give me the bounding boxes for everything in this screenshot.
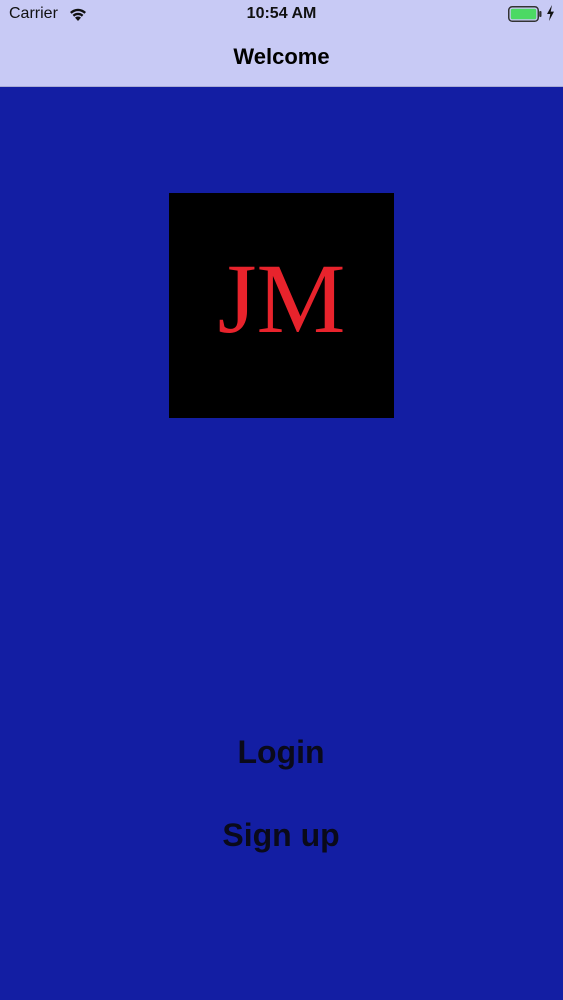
login-button[interactable]: Login xyxy=(131,727,431,777)
app-logo: JM xyxy=(169,193,394,418)
logo-monogram: JM xyxy=(217,243,346,354)
battery-icon xyxy=(508,6,542,22)
status-time: 10:54 AM xyxy=(246,5,317,22)
top-bar-area: Carrier 10:54 AM Welcome xyxy=(0,0,563,87)
status-bar: Carrier 10:54 AM xyxy=(0,0,563,30)
charging-bolt-icon xyxy=(547,5,554,21)
page-title: Welcome xyxy=(233,44,330,69)
signup-button[interactable]: Sign up xyxy=(131,810,431,860)
